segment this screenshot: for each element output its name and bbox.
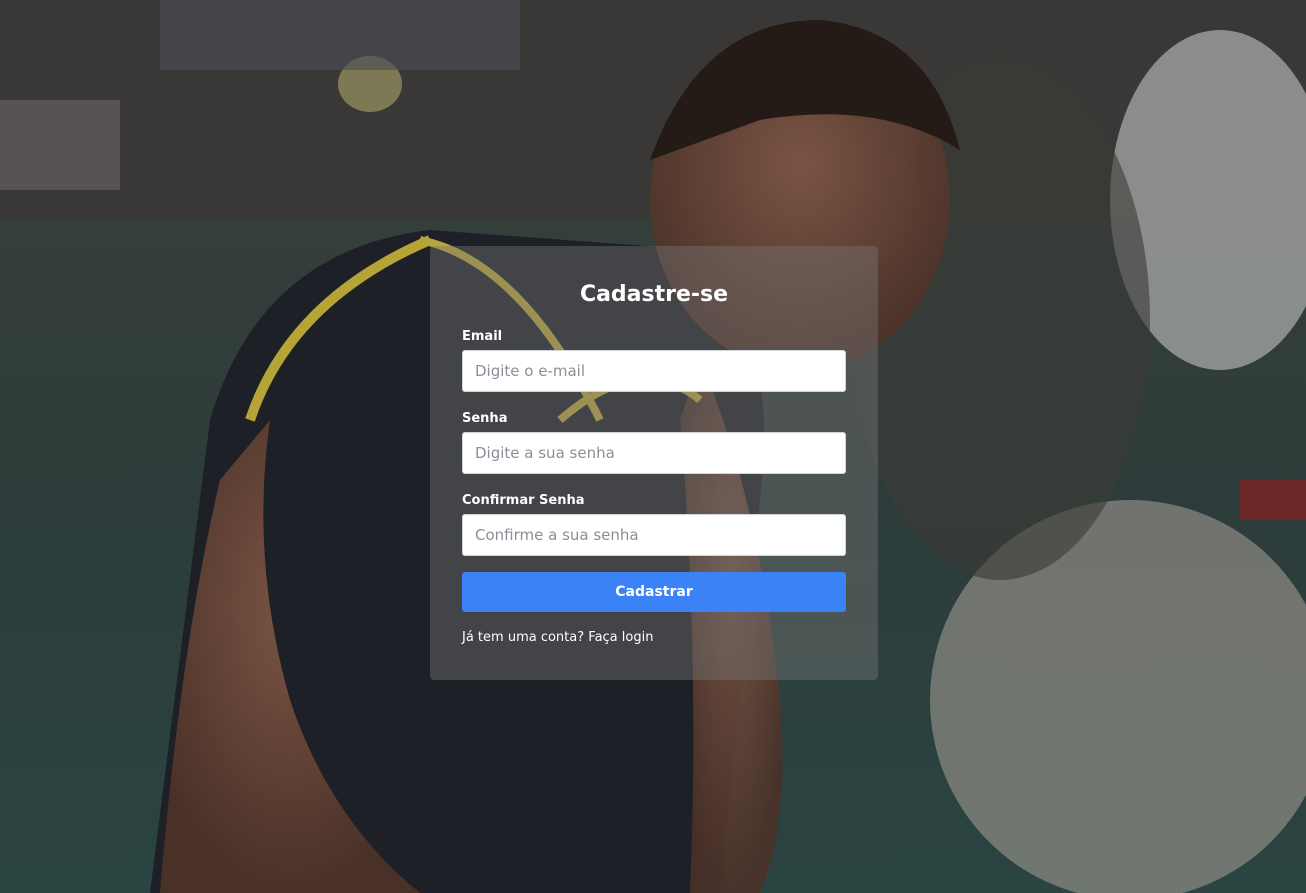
email-field-group: Email bbox=[462, 328, 846, 392]
login-prompt-text: Já tem uma conta? bbox=[462, 630, 585, 645]
password-input[interactable] bbox=[462, 432, 846, 474]
confirm-password-label: Confirmar Senha bbox=[462, 493, 585, 508]
confirm-password-input[interactable] bbox=[462, 514, 846, 556]
confirm-password-field-group: Confirmar Senha bbox=[462, 492, 846, 556]
login-prompt: Já tem uma conta? Faça login bbox=[462, 629, 653, 647]
signup-button[interactable]: Cadastrar bbox=[462, 572, 846, 612]
login-link[interactable]: Faça login bbox=[588, 630, 653, 645]
form-title: Cadastre-se bbox=[579, 282, 729, 307]
email-label: Email bbox=[462, 329, 503, 344]
email-input[interactable] bbox=[462, 350, 846, 392]
signup-card: Cadastre-se Email Senha Confirmar Senha … bbox=[430, 246, 878, 680]
password-field-group: Senha bbox=[462, 410, 846, 474]
password-label: Senha bbox=[462, 411, 508, 426]
